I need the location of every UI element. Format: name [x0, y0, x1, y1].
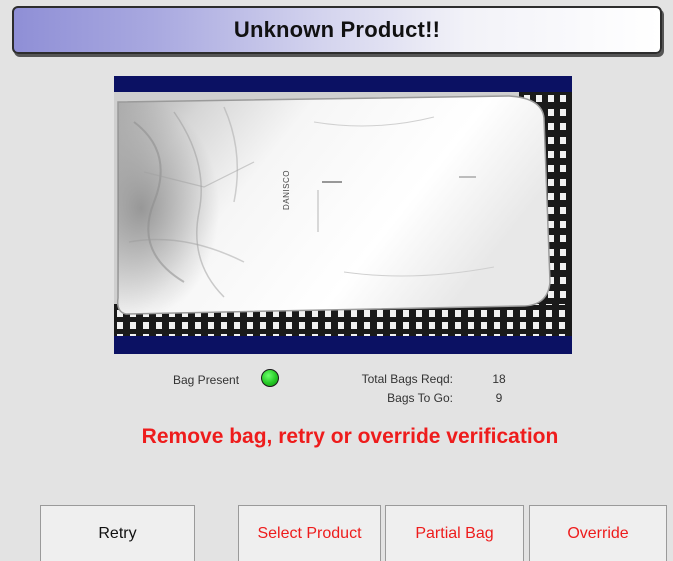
- camera-image: DANISCO: [114, 92, 572, 336]
- bag-present-label: Bag Present: [173, 373, 240, 387]
- bags-to-go-label: Bags To Go:: [387, 391, 453, 405]
- page-title: Unknown Product!!: [233, 17, 441, 42]
- title-banner: Unknown Product!!: [12, 6, 662, 54]
- verification-screen: Unknown Product!! DANISCO Bag Present To…: [0, 0, 673, 561]
- total-bags-value: 18: [492, 372, 506, 386]
- bag-present-indicator-icon: [261, 369, 279, 387]
- alert-message: Remove bag, retry or override verificati…: [141, 425, 559, 448]
- camera-view: DANISCO: [114, 76, 572, 354]
- partial-bag-button[interactable]: Partial Bag: [385, 505, 524, 561]
- override-button[interactable]: Override: [529, 505, 667, 561]
- total-bags-label: Total Bags Reqd:: [361, 372, 453, 386]
- retry-button[interactable]: Retry: [40, 505, 195, 561]
- bags-to-go-value: 9: [495, 391, 503, 405]
- bag-print-text: DANISCO: [282, 170, 291, 210]
- select-product-button[interactable]: Select Product: [238, 505, 381, 561]
